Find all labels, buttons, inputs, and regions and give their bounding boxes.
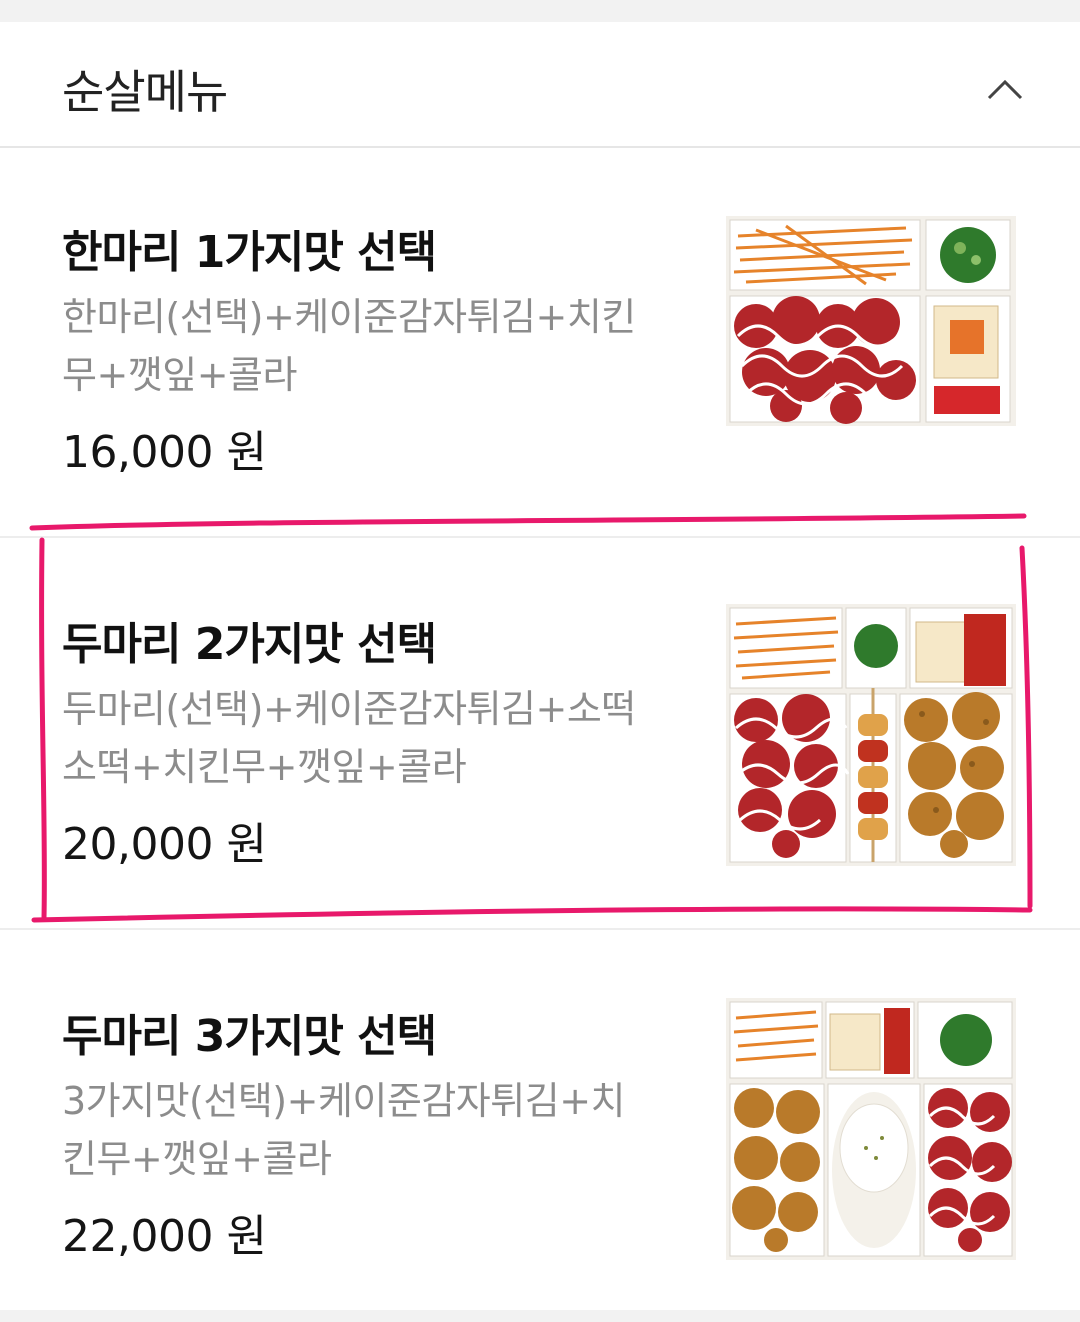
menu-item-description: 두마리(선택)+케이준감자튀김+소떡소떡+치킨무+깻잎+콜라 [62, 687, 636, 789]
menu-item-price: 20,000 원 [62, 819, 267, 870]
menu-item[interactable]: 두마리 2가지맛 선택 두마리(선택)+케이준감자튀김+소떡소떡+치킨무+깻잎+… [0, 538, 1080, 930]
menu-item-name: 두마리 3가지맛 선택 [62, 1011, 437, 1062]
menu-item-name: 두마리 2가지맛 선택 [62, 619, 437, 670]
menu-panel: 순살메뉴 한마리 1가지맛 선택 한마리(선택)+케이준감자튀김+치킨무+깻잎+… [0, 22, 1080, 1310]
collapse-button[interactable] [975, 62, 1035, 114]
section-header[interactable]: 순살메뉴 [0, 22, 1080, 148]
menu-item[interactable]: 한마리 1가지맛 선택 한마리(선택)+케이준감자튀김+치킨무+깻잎+콜라 16… [0, 146, 1080, 538]
menu-item-price: 22,000 원 [62, 1211, 267, 1262]
menu-item-price: 16,000 원 [62, 427, 267, 478]
menu-item[interactable]: 두마리 3가지맛 선택 3가지맛(선택)+케이준감자튀김+치킨무+깻잎+콜라 2… [0, 930, 1080, 1322]
menu-item-name: 한마리 1가지맛 선택 [62, 227, 437, 278]
menu-item-description: 3가지맛(선택)+케이준감자튀김+치킨무+깻잎+콜라 [62, 1079, 626, 1181]
menu-item-description: 한마리(선택)+케이준감자튀김+치킨무+깻잎+콜라 [62, 295, 636, 397]
section-title: 순살메뉴 [62, 65, 228, 119]
menu-item-image [726, 604, 1016, 866]
menu-item-image [726, 998, 1016, 1260]
chevron-up-icon [987, 79, 1023, 100]
menu-item-image [726, 216, 1016, 426]
